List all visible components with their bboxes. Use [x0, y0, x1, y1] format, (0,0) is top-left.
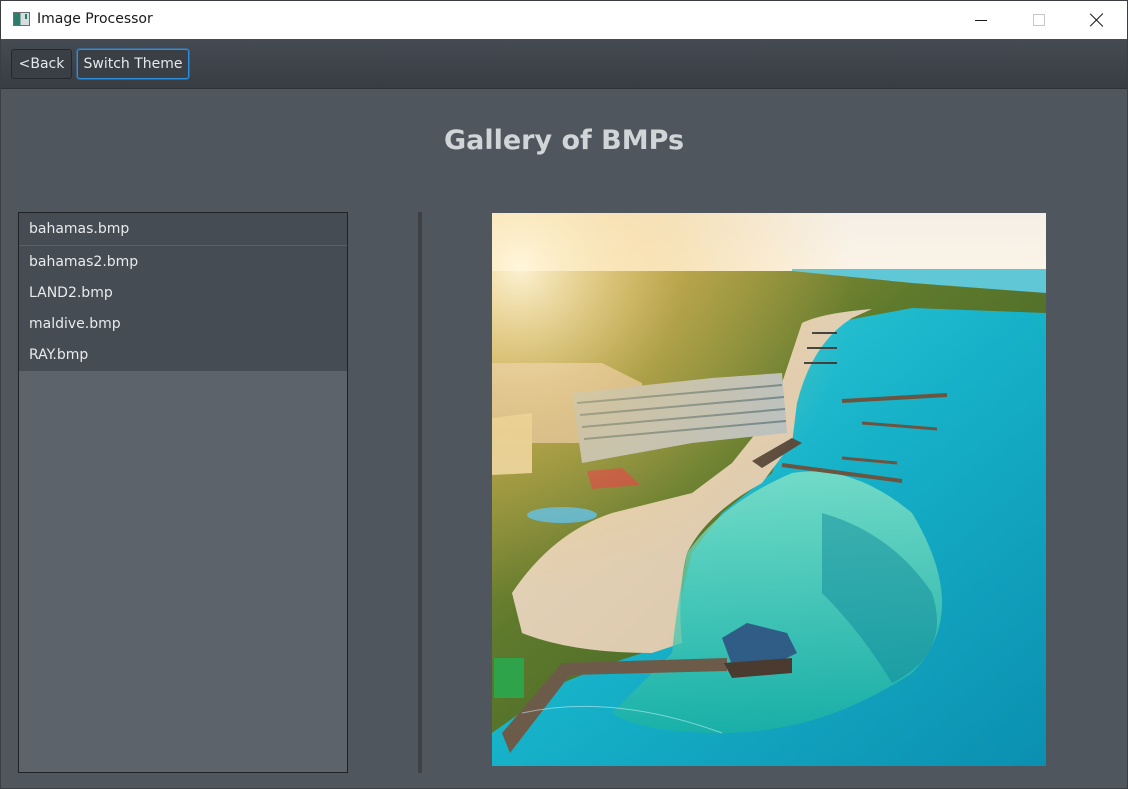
file-list-item[interactable]: LAND2.bmp [19, 277, 347, 308]
bahamas-photo [492, 213, 1046, 766]
back-button[interactable]: <Back [11, 49, 72, 79]
title-bar: Image Processor [1, 1, 1127, 39]
switch-theme-button[interactable]: Switch Theme [77, 49, 189, 79]
app-icon [13, 12, 30, 26]
minimize-button[interactable] [952, 1, 1010, 39]
file-list-item[interactable]: bahamas.bmp [19, 213, 347, 246]
image-preview [492, 213, 1046, 766]
file-list-item[interactable]: bahamas2.bmp [19, 246, 347, 277]
toolbar: <Back Switch Theme [1, 39, 1127, 89]
file-list-item[interactable]: maldive.bmp [19, 308, 347, 339]
window-title: Image Processor [37, 11, 153, 27]
page-title: Gallery of BMPs [443, 125, 685, 156]
file-list[interactable]: bahamas.bmp bahamas2.bmp LAND2.bmp maldi… [18, 212, 348, 773]
close-button[interactable] [1068, 1, 1126, 39]
app-window: Image Processor <Back Switch Theme Galle… [0, 0, 1128, 789]
minimize-icon [975, 19, 987, 21]
maximize-icon [1033, 14, 1045, 26]
split-pane-divider[interactable] [418, 212, 422, 773]
close-icon [1090, 13, 1104, 27]
file-list-item[interactable]: RAY.bmp [19, 339, 347, 371]
maximize-button[interactable] [1010, 1, 1068, 39]
